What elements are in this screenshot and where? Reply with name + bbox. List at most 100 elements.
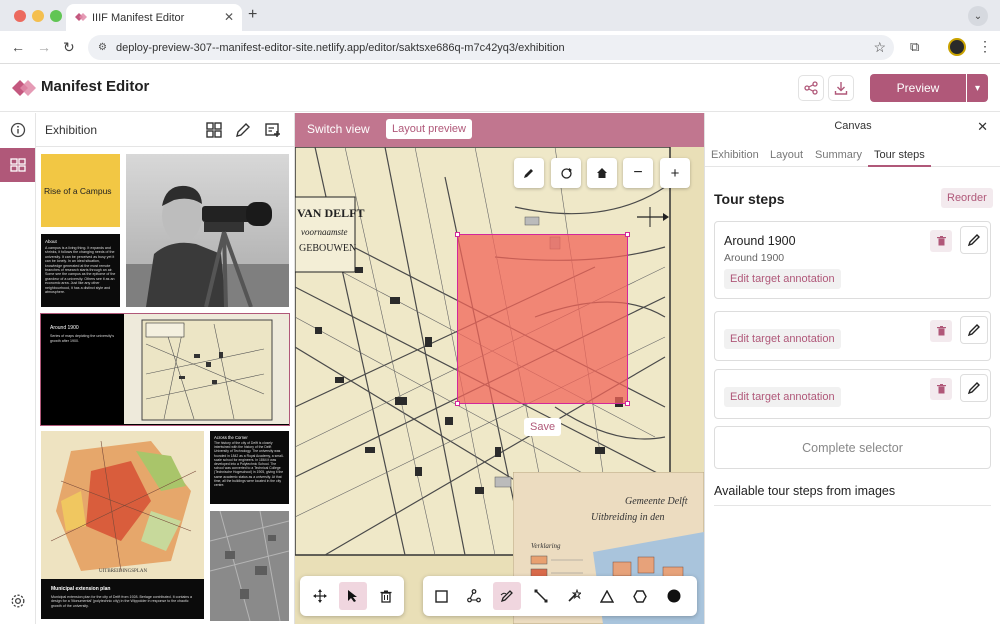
maximize-window-button[interactable] <box>50 10 62 22</box>
rectangle-tool-button[interactable] <box>427 582 455 610</box>
line-icon <box>534 589 548 603</box>
move-tool-button[interactable] <box>306 582 334 610</box>
forward-icon[interactable]: → <box>37 39 51 55</box>
about-tile[interactable]: About A campus is a living thing. It exp… <box>41 234 120 307</box>
resize-handle[interactable] <box>455 232 460 237</box>
complete-selector-button[interactable]: Complete selector <box>714 426 991 469</box>
hexagon-tool-button[interactable] <box>626 582 654 610</box>
circle-tool-button[interactable] <box>660 582 688 610</box>
preview-dropdown-button[interactable]: ▾ <box>967 74 988 102</box>
municipal-text: Municipal extension plan for the city of… <box>51 595 193 608</box>
browser-tab-title: IIIF Manifest Editor <box>92 11 185 24</box>
edit-target-annotation-button[interactable]: Edit target annotation <box>724 387 841 407</box>
around-1900-tile[interactable]: Around 1900 Series of maps depicting the… <box>40 313 290 426</box>
close-icon[interactable]: ✕ <box>977 119 988 135</box>
resize-handle[interactable] <box>455 401 460 406</box>
section-divider <box>714 505 991 506</box>
tour-step-card[interactable]: Edit target annotation <box>714 369 991 419</box>
profile-avatar[interactable] <box>948 38 966 56</box>
magic-wand-tool-button[interactable] <box>560 582 588 610</box>
zoom-in-button[interactable]: + <box>660 158 690 188</box>
trash-icon <box>936 326 946 336</box>
delete-step-button[interactable] <box>930 320 952 342</box>
manifest-editor-logo-icon <box>12 80 36 96</box>
drawing-toolbar <box>423 576 697 616</box>
edit-step-button[interactable] <box>960 316 988 344</box>
tab-summary[interactable]: Summary <box>815 149 862 161</box>
grid-view-icon[interactable] <box>206 122 222 138</box>
surveyor-photo[interactable] <box>126 154 289 307</box>
tab-tour-steps[interactable]: Tour steps <box>874 149 925 161</box>
browser-tab[interactable]: IIIF Manifest Editor ✕ <box>66 4 242 31</box>
settings-rail-button[interactable] <box>0 584 35 618</box>
reload-icon[interactable]: ↻ <box>63 39 75 56</box>
close-tab-icon[interactable]: ✕ <box>224 10 234 24</box>
across-the-corner-tile[interactable]: Across the Corner The history of the cit… <box>210 431 289 504</box>
delete-step-button[interactable] <box>930 378 952 400</box>
delete-step-button[interactable] <box>930 230 952 252</box>
home-button[interactable] <box>587 158 617 188</box>
around-1900-map-thumb <box>124 314 289 424</box>
switch-view-button[interactable]: Switch view <box>307 122 370 136</box>
edit-target-annotation-button[interactable]: Edit target annotation <box>724 329 841 349</box>
download-button[interactable] <box>828 75 854 101</box>
pencil-icon[interactable] <box>235 122 251 138</box>
manifest-editor-favicon-icon <box>75 13 87 21</box>
rotate-button[interactable] <box>551 158 581 188</box>
tab-layout[interactable]: Layout <box>770 149 803 161</box>
bookmark-star-icon[interactable]: ☆ <box>873 39 886 56</box>
zoom-out-button[interactable]: − <box>623 158 653 188</box>
delete-shape-button[interactable] <box>372 582 400 610</box>
close-window-button[interactable] <box>14 10 26 22</box>
browser-toolbar: ← → ↻ ⚙ deploy-preview-307--manifest-edi… <box>0 31 1000 64</box>
layout-preview-button[interactable]: Layout preview <box>386 119 472 139</box>
reorder-button[interactable]: Reorder <box>941 188 993 208</box>
rise-of-campus-title: Rise of a Campus <box>44 186 112 196</box>
left-icon-rail <box>0 113 36 624</box>
freehand-tool-button[interactable] <box>493 582 521 610</box>
node-path-icon <box>467 589 481 603</box>
canvas-panel-header: Canvas <box>834 120 872 132</box>
target-annotation-box[interactable] <box>455 232 630 406</box>
back-icon[interactable]: ← <box>11 39 25 55</box>
tour-step-card[interactable]: Around 1900 Around 1900 Edit target anno… <box>714 221 991 299</box>
edit-step-button[interactable] <box>960 374 988 402</box>
rise-of-campus-tile[interactable]: Rise of a Campus <box>41 154 120 227</box>
municipal-extension-caption: Municipal extension plan Municipal exten… <box>41 579 204 619</box>
site-info-icon[interactable]: ⚙ <box>98 42 107 53</box>
canvas-properties-panel: Canvas ✕ Exhibition Layout Summary Tour … <box>704 113 1000 624</box>
tab-exhibition[interactable]: Exhibition <box>711 149 759 161</box>
pointer-tool-button[interactable] <box>339 582 367 610</box>
municipal-extension-map-thumb[interactable]: UITBREIDINGSPLAN <box>41 431 204 579</box>
edit-target-annotation-button[interactable]: Edit target annotation <box>724 269 841 289</box>
edit-tool-button[interactable] <box>514 158 544 188</box>
preview-button[interactable]: Preview <box>870 74 966 102</box>
map-buildings-text: GEBOUWEN <box>299 243 356 254</box>
new-tab-icon[interactable]: + <box>248 6 257 24</box>
browser-menu-icon[interactable]: ⋮ <box>978 38 992 55</box>
add-canvas-icon[interactable] <box>265 122 281 138</box>
resize-handle[interactable] <box>625 232 630 237</box>
edit-step-button[interactable] <box>960 226 988 254</box>
exhibition-rail-button[interactable] <box>0 148 35 182</box>
aerial-photo-thumb[interactable] <box>210 511 289 621</box>
extensions-icon[interactable]: ⧉ <box>910 39 919 55</box>
address-bar[interactable]: ⚙ deploy-preview-307--manifest-editor-si… <box>88 35 894 60</box>
triangle-tool-button[interactable] <box>593 582 621 610</box>
minimize-window-button[interactable] <box>32 10 44 22</box>
plan-subtitle-text: Uitbreiding in den <box>591 512 665 523</box>
tour-step-title: Around 1900 <box>724 234 796 248</box>
tour-step-card[interactable]: Edit target annotation <box>714 311 991 361</box>
pen-draw-icon <box>500 590 513 603</box>
info-rail-button[interactable] <box>0 113 35 147</box>
hexagon-icon <box>633 589 647 603</box>
active-tab-indicator <box>868 165 931 167</box>
save-annotation-button[interactable]: Save <box>524 418 562 436</box>
share-button[interactable] <box>798 75 824 101</box>
url-text: deploy-preview-307--manifest-editor-site… <box>116 41 565 54</box>
tab-search-icon[interactable]: ⌄ <box>968 6 988 26</box>
resize-handle[interactable] <box>625 401 630 406</box>
polygon-points-tool-button[interactable] <box>460 582 488 610</box>
grid-layout-icon <box>9 158 26 172</box>
line-tool-button[interactable] <box>527 582 555 610</box>
